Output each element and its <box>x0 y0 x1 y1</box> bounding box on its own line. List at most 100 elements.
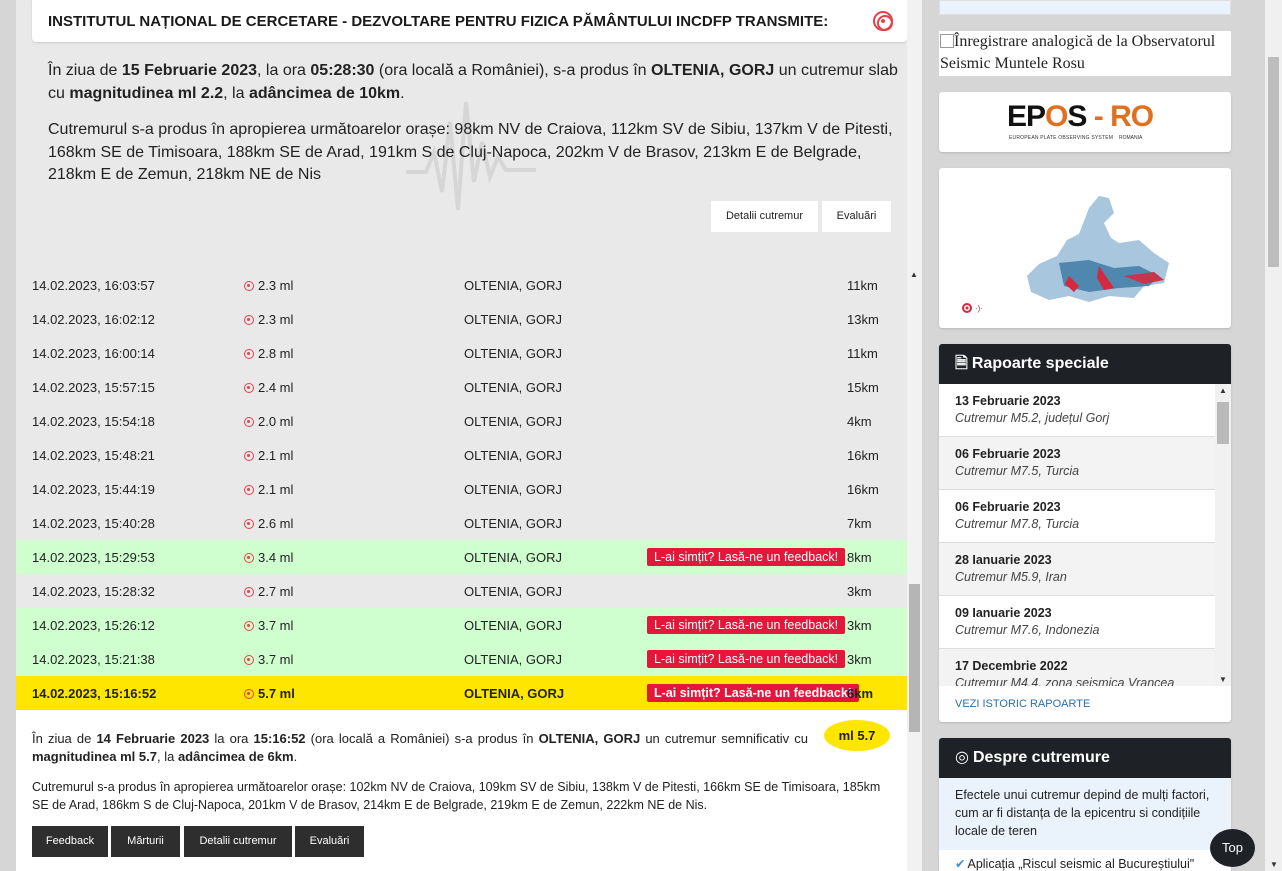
event-region: OLTENIA, GORJ <box>464 584 562 599</box>
report-item[interactable]: 13 Februarie 2023 Cutremur M5.2, județul … <box>939 384 1215 437</box>
about-earthquakes-panel: ◎ Despre cutremure Efectele unui cutremur… <box>939 738 1231 871</box>
event-region: OLTENIA, GORJ <box>464 346 562 361</box>
about-text: Efectele unui cutremur depind de mulți f… <box>939 778 1231 850</box>
report-date: 28 Ianuarie 2023 <box>955 553 1052 567</box>
feedback-prompt-button[interactable]: L-ai simțit? Lasă-ne un feedback! <box>647 548 846 566</box>
detail-evaluations-button[interactable]: Evaluări <box>295 826 364 857</box>
report-item[interactable]: 17 Decembrie 2022 Cutremur M4.4, zona sei… <box>939 649 1215 686</box>
report-date: 13 Februarie 2023 <box>955 394 1061 408</box>
special-reports-header: 🗎 Rapoarte speciale <box>939 344 1231 384</box>
report-item[interactable]: 09 Ianuarie 2023 Cutremur M7.6, Indonezia <box>939 596 1215 649</box>
report-date: 09 Ianuarie 2023 <box>955 606 1052 620</box>
earthquake-row[interactable]: 14.02.2023, 16:03:57 2.3 ml OLTENIA, GORJ 1… <box>16 268 907 302</box>
event-magnitude: 2.8 ml <box>244 346 293 361</box>
earthquake-details-button[interactable]: Detalii cutremur <box>711 201 818 232</box>
epos-ro-logo-card[interactable]: EPOS - RO EUROPEAN PLATE OBSERVING SYSTE… <box>939 92 1231 152</box>
epos-ro-logo: EPOS - RO <box>1007 100 1154 133</box>
earthquake-row[interactable]: 14.02.2023, 15:28:32 2.7 ml OLTENIA, GORJ 3… <box>16 574 907 608</box>
earthquake-row[interactable]: 14.02.2023, 15:44:19 2.1 ml OLTENIA, GORJ 1… <box>16 472 907 506</box>
report-item[interactable]: 06 Februarie 2023 Cutremur M7.8, Turcia <box>939 490 1215 543</box>
event-depth: 7km <box>847 516 872 531</box>
evaluations-button[interactable]: Evaluări <box>822 201 891 232</box>
report-item[interactable]: 06 Februarie 2023 Cutremur M7.5, Turcia <box>939 437 1215 490</box>
event-datetime: 14.02.2023, 15:26:12 <box>32 618 155 633</box>
view-reports-history-link[interactable]: VEZI ISTORIC RAPOARTE <box>955 698 1090 710</box>
target-icon: ◎ <box>955 749 969 766</box>
reports-scrollbar-thumb[interactable] <box>1217 402 1229 444</box>
feedback-prompt-button[interactable]: L-ai simțit? Lasă-ne un feedback! <box>647 616 846 634</box>
page-scrollbar-thumb[interactable] <box>1268 57 1279 267</box>
event-region: OLTENIA, GORJ <box>464 652 562 667</box>
event-datetime: 14.02.2023, 16:02:12 <box>32 312 155 327</box>
sidebar-top-box <box>939 0 1231 15</box>
magnitude-icon <box>244 349 254 359</box>
event-depth: 13km <box>847 312 879 327</box>
earthquake-row[interactable]: 14.02.2023, 15:48:21 2.1 ml OLTENIA, GORJ 1… <box>16 438 907 472</box>
earthquake-row[interactable]: 14.02.2023, 16:00:14 2.8 ml OLTENIA, GORJ 1… <box>16 336 907 370</box>
feedback-button[interactable]: Feedback <box>32 826 108 857</box>
reports-scrollbar[interactable]: ▲ ▼ <box>1215 384 1231 686</box>
europe-hazard-map-card[interactable]: ·)· <box>939 168 1231 328</box>
report-title: Cutremur M7.8, Turcia <box>955 517 1080 531</box>
report-title: Cutremur M5.2, județul Gorj <box>955 411 1110 425</box>
event-magnitude: 3.4 ml <box>244 550 293 565</box>
analog-recording-image[interactable]: Înregistrare analogică de la Observatoru… <box>939 31 1231 76</box>
earthquake-row[interactable]: 14.02.2023, 15:21:38 3.7 ml OLTENIA, GORJ L… <box>16 642 907 676</box>
event-depth: 3km <box>847 618 872 633</box>
event-depth: 3km <box>847 652 872 667</box>
notice-title: INSTITUTUL NAȚIONAL DE CERCETARE - DEZVO… <box>48 13 829 30</box>
page-scrollbar[interactable]: ▼ <box>1265 0 1282 871</box>
event-depth: 3km <box>847 584 872 599</box>
main-scrollbar-thumb[interactable] <box>909 584 920 732</box>
testimonials-button[interactable]: Mărturii <box>111 826 180 857</box>
detail-sentence: În ziua de 14 Februarie 2023 la ora 15:1… <box>32 731 809 764</box>
event-datetime: 14.02.2023, 15:48:21 <box>32 448 155 463</box>
summary-sentence: În ziua de 15 Februarie 2023, la ora 05:… <box>48 62 898 102</box>
nearby-cities: Cutremurul s-a produs în apropierea urmă… <box>48 121 893 183</box>
event-depth: 8km <box>847 550 872 565</box>
scroll-up-icon[interactable]: ▲ <box>910 270 918 279</box>
scroll-down-icon[interactable]: ▼ <box>1219 675 1227 684</box>
main-panel: INSTITUTUL NAȚIONAL DE CERCETARE - DEZVO… <box>16 0 922 871</box>
event-depth: 16km <box>847 448 879 463</box>
magnitude-icon <box>244 383 254 393</box>
app-link[interactable]: ✔ Aplicația „Riscul seismic al Bucureștiu… <box>955 856 1194 871</box>
earthquake-list: 14.02.2023, 16:03:57 2.3 ml OLTENIA, GORJ 1… <box>16 268 907 710</box>
event-magnitude: 2.3 ml <box>244 278 293 293</box>
event-depth: 11km <box>847 278 878 293</box>
earthquake-row[interactable]: 14.02.2023, 15:29:53 3.4 ml OLTENIA, GORJ L… <box>16 540 907 574</box>
feedback-prompt-button[interactable]: L-ai simțit? Lasă-ne un feedback! <box>647 650 846 668</box>
event-magnitude: 3.7 ml <box>244 618 293 633</box>
earthquake-row[interactable]: 14.02.2023, 15:54:18 2.0 ml OLTENIA, GORJ 4… <box>16 404 907 438</box>
broken-image-icon <box>940 34 954 48</box>
detail-earthquake-details-button[interactable]: Detalii cutremur <box>184 826 292 857</box>
magnitude-icon <box>244 451 254 461</box>
magnitude-icon <box>244 621 254 631</box>
back-to-top-button[interactable]: Top <box>1210 829 1255 867</box>
main-scrollbar[interactable]: ▲ <box>907 0 922 871</box>
magnitude-icon <box>244 485 254 495</box>
earthquake-row[interactable]: 14.02.2023, 15:40:28 2.6 ml OLTENIA, GORJ 7… <box>16 506 907 540</box>
earthquake-row[interactable]: 14.02.2023, 15:57:15 2.4 ml OLTENIA, GORJ 1… <box>16 370 907 404</box>
earthquake-row[interactable]: 14.02.2023, 15:26:12 3.7 ml OLTENIA, GORJ L… <box>16 608 907 642</box>
magnitude-badge: ml 5.7 <box>824 720 890 751</box>
event-datetime: 14.02.2023, 15:44:19 <box>32 482 155 497</box>
report-title: Cutremur M5.9, Iran <box>955 570 1067 584</box>
magnitude-icon <box>244 519 254 529</box>
feedback-prompt-button[interactable]: L-ai simțit? Lasă-ne un feedback! <box>647 684 859 702</box>
event-depth: 11km <box>847 346 878 361</box>
selected-earthquake-detail: În ziua de 14 Februarie 2023 la ora 15:1… <box>16 710 907 871</box>
scroll-down-icon[interactable]: ▼ <box>1270 860 1278 869</box>
event-datetime: 14.02.2023, 15:57:15 <box>32 380 155 395</box>
magnitude-icon <box>244 315 254 325</box>
notice-header: INSTITUTUL NAȚIONAL DE CERCETARE - DEZVO… <box>32 0 907 42</box>
report-date: 17 Decembrie 2022 <box>955 659 1068 673</box>
earthquake-row[interactable]: 14.02.2023, 15:16:52 5.7 ml OLTENIA, GORJ L… <box>16 676 907 710</box>
earthquake-row[interactable]: 14.02.2023, 16:02:12 2.3 ml OLTENIA, GORJ 1… <box>16 302 907 336</box>
report-item[interactable]: 28 Ianuarie 2023 Cutremur M5.9, Iran <box>939 543 1215 596</box>
event-datetime: 14.02.2023, 15:21:38 <box>32 652 155 667</box>
magnitude-icon <box>244 655 254 665</box>
event-depth: 4km <box>847 414 872 429</box>
scroll-up-icon[interactable]: ▲ <box>1219 386 1227 395</box>
event-region: OLTENIA, GORJ <box>464 448 562 463</box>
